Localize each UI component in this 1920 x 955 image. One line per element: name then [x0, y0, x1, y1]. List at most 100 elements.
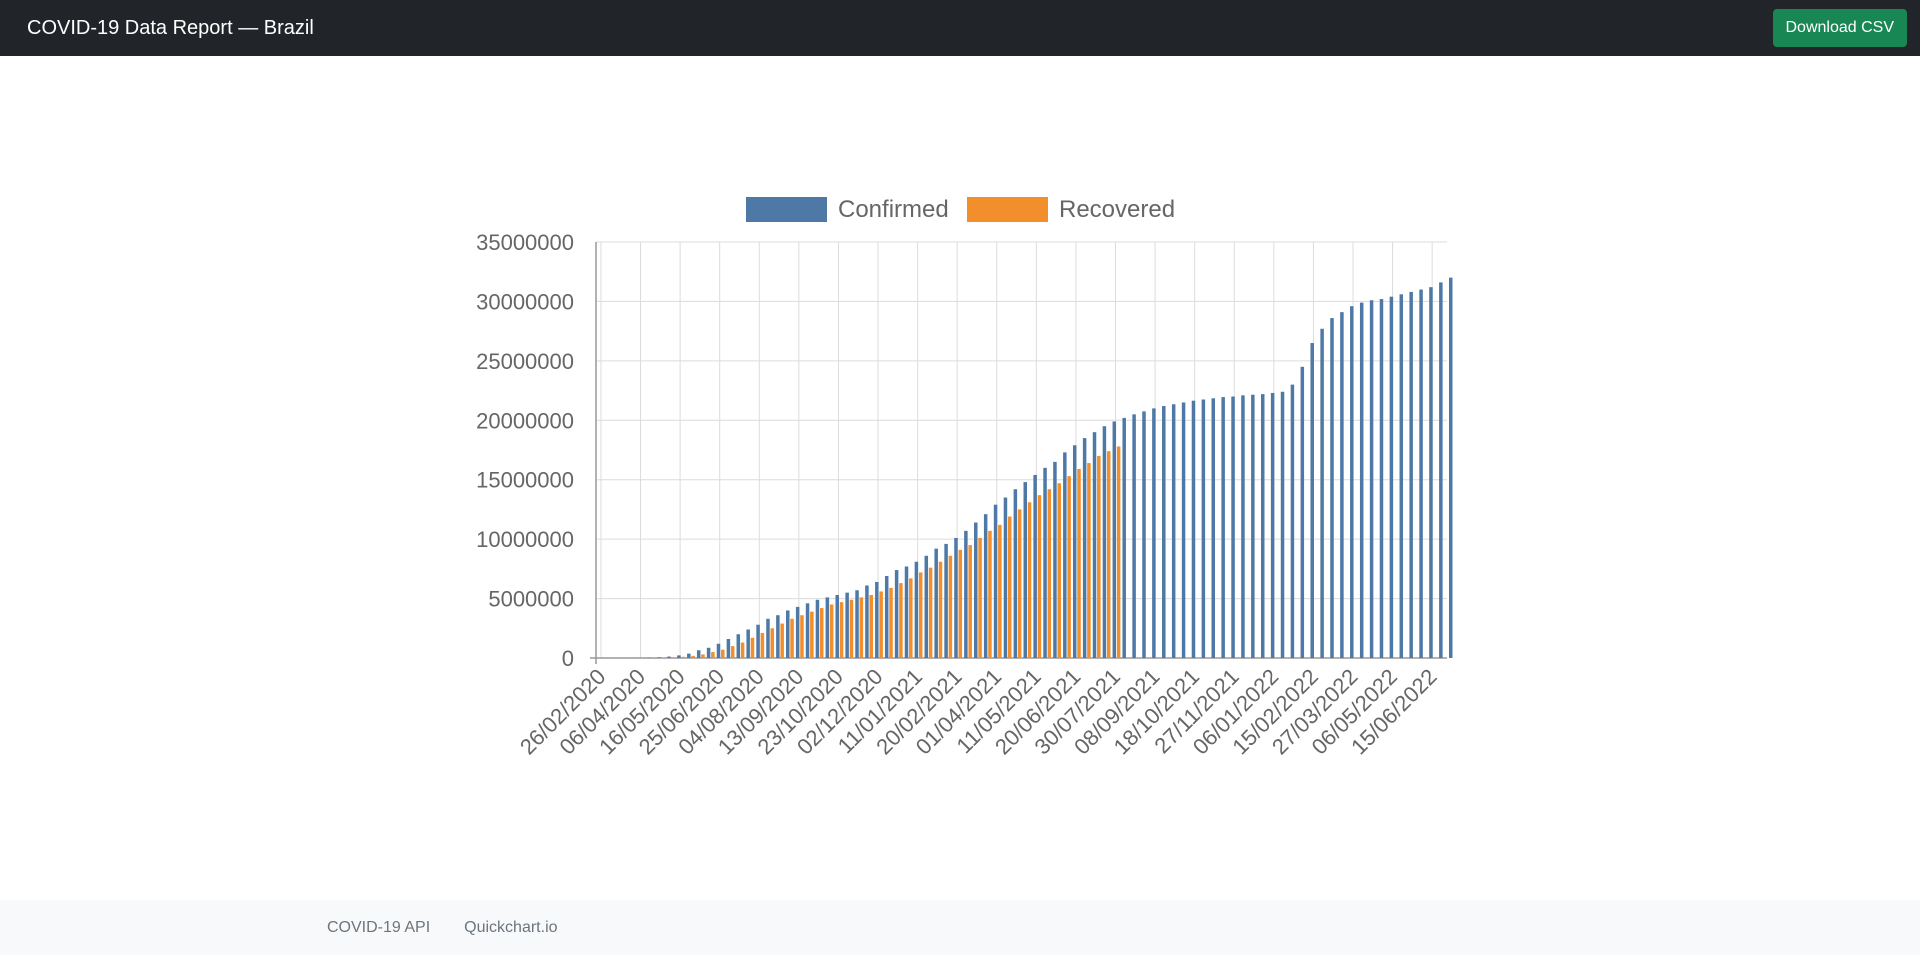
- bar-confirmed: [1379, 299, 1384, 658]
- bar-confirmed: [1191, 400, 1196, 658]
- bar-recovered: [701, 654, 705, 658]
- bar-recovered: [869, 595, 873, 658]
- bar-confirmed: [934, 548, 938, 658]
- bar-recovered: [1008, 516, 1012, 658]
- bar-confirmed: [1280, 391, 1285, 658]
- bar-confirmed: [1231, 396, 1235, 658]
- bar-recovered: [948, 555, 953, 658]
- bar-confirmed: [795, 606, 800, 658]
- bar-confirmed: [954, 537, 958, 658]
- bar-confirmed: [1290, 384, 1295, 658]
- bar-recovered: [839, 602, 844, 658]
- bar-recovered: [1077, 469, 1081, 658]
- y-tick-label: 35000000: [476, 230, 574, 255]
- bar-confirmed: [756, 624, 760, 658]
- bar-confirmed: [1300, 366, 1305, 658]
- chart: 0 5000000 10000000 15000000 20000000 25000000…: [476, 196, 1453, 759]
- footer-link-covid-api[interactable]: COVID-19 API: [327, 919, 430, 937]
- bar-confirmed: [657, 657, 661, 658]
- bar-confirmed: [835, 595, 839, 658]
- bar-recovered: [958, 549, 963, 658]
- bar-confirmed: [1260, 394, 1265, 658]
- bar-confirmed: [1330, 318, 1334, 658]
- bar-confirmed: [1389, 296, 1394, 658]
- bar-confirmed: [1112, 421, 1117, 658]
- bar-confirmed: [1162, 406, 1166, 658]
- bar-confirmed: [746, 629, 750, 658]
- bar-confirmed: [716, 643, 721, 658]
- bar-recovered: [1116, 446, 1121, 658]
- bar-recovered: [780, 623, 784, 658]
- bar-recovered: [1097, 455, 1101, 658]
- legend-swatch-recovered: [967, 197, 1048, 222]
- bar-confirmed: [1409, 291, 1413, 658]
- bar-confirmed: [993, 504, 998, 658]
- bar-confirmed: [983, 514, 988, 658]
- bar-confirmed: [815, 599, 820, 658]
- bar-recovered: [819, 608, 824, 658]
- bar-confirmed: [786, 610, 790, 658]
- bar-recovered: [730, 646, 735, 658]
- bar-confirmed: [1251, 394, 1255, 658]
- bar-confirmed: [845, 592, 849, 658]
- bar-recovered: [899, 583, 903, 658]
- bar-recovered: [998, 524, 1002, 658]
- bar-recovered: [1067, 476, 1071, 658]
- bar-recovered: [1047, 489, 1052, 658]
- bar-recovered: [1087, 463, 1091, 658]
- bar-confirmed: [974, 522, 978, 658]
- footer: COVID-19 API Quickchart.io: [0, 900, 1920, 955]
- bar-confirmed: [865, 585, 869, 658]
- legend-label-recovered: Recovered: [1059, 196, 1175, 223]
- bar-confirmed: [706, 647, 711, 658]
- bar-confirmed: [1350, 306, 1354, 658]
- y-tick-label: 10000000: [476, 527, 574, 552]
- bar-recovered: [928, 567, 933, 658]
- bar-recovered: [849, 599, 854, 658]
- bar-recovered: [740, 642, 745, 658]
- bar-confirmed: [1369, 300, 1374, 658]
- bar-confirmed: [1152, 408, 1156, 658]
- bar-recovered: [711, 652, 715, 658]
- bar-confirmed: [944, 543, 948, 658]
- bar-recovered: [988, 530, 992, 658]
- bar-confirmed: [1320, 328, 1324, 658]
- bar-confirmed: [1429, 287, 1433, 658]
- bar-confirmed: [1359, 302, 1364, 658]
- bar-confirmed: [964, 530, 968, 658]
- bar-confirmed: [1122, 417, 1126, 658]
- bar-recovered: [750, 637, 755, 658]
- bar-confirmed: [766, 618, 770, 658]
- bar-recovered: [879, 591, 883, 658]
- bar-confirmed: [1132, 414, 1136, 658]
- bar-confirmed: [667, 656, 671, 658]
- bar-confirmed: [1043, 467, 1047, 658]
- bar-recovered: [671, 657, 676, 658]
- bar-recovered: [810, 611, 814, 658]
- footer-link-quickchart[interactable]: Quickchart.io: [464, 919, 557, 937]
- y-tick-label: 5000000: [488, 587, 574, 612]
- bar-confirmed: [1072, 445, 1077, 658]
- bar-confirmed: [875, 581, 879, 658]
- bar-confirmed: [1023, 482, 1027, 658]
- bar-confirmed: [1449, 277, 1453, 658]
- bar-confirmed: [736, 634, 741, 658]
- bar-recovered: [829, 604, 834, 658]
- bar-recovered: [918, 572, 923, 658]
- bar-confirmed: [677, 655, 681, 658]
- y-tick-label: 25000000: [476, 349, 574, 374]
- bar-confirmed: [687, 653, 691, 658]
- bar-confirmed: [1053, 461, 1057, 658]
- bar-confirmed: [1142, 411, 1146, 658]
- bar-recovered: [1017, 509, 1022, 658]
- bar-confirmed: [1013, 489, 1018, 658]
- bar-recovered: [889, 587, 893, 658]
- bar-recovered: [770, 628, 775, 658]
- bar-confirmed: [924, 555, 929, 658]
- bar-confirmed: [904, 566, 909, 658]
- bar-recovered: [691, 655, 695, 658]
- bar-confirmed: [1310, 343, 1314, 658]
- bar-confirmed: [1399, 294, 1404, 658]
- bar-recovered: [760, 633, 765, 658]
- bar-confirmed: [1340, 312, 1344, 658]
